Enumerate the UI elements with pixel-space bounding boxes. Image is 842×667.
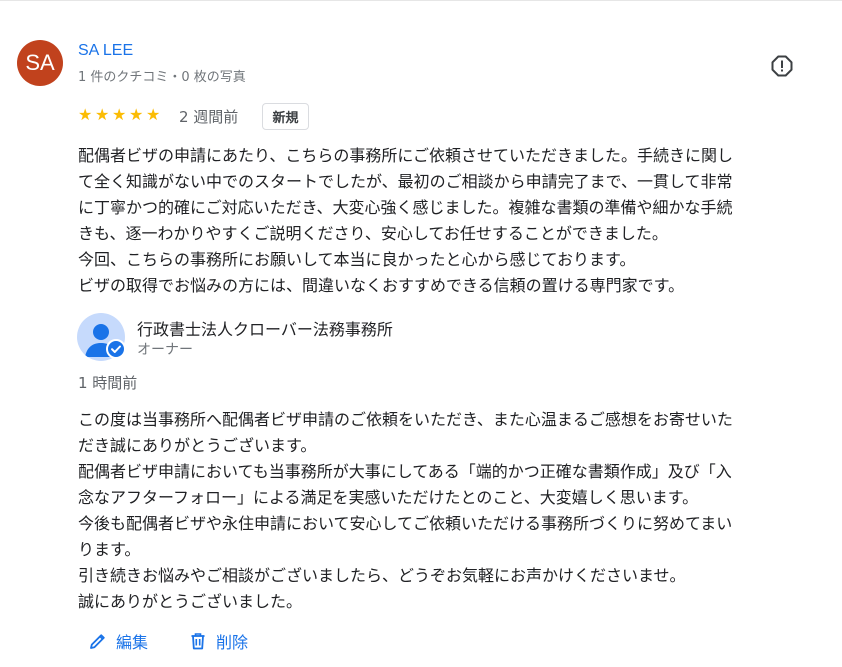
reply-line: 引き続きお悩みやご相談がございましたら、どうぞお気軽にお声かけくださいませ。 (78, 566, 686, 585)
reply-line: 今後も配偶者ビザや永住申請において安心してご依頼いただける事務所づくりに努めてま… (78, 514, 733, 533)
pencil-icon (90, 634, 105, 649)
star-rating: ★ ★ ★ ★ ★ (78, 107, 163, 123)
owner-role: オーナー (137, 342, 193, 358)
review-line: きも、逐一わかりやすくご説明くださり、安心してお任せすることができました。 (78, 224, 668, 243)
reply-line: 念なアフターフォロー」による満足を実感いただけたとのこと、大変嬉しく思います。 (78, 488, 699, 507)
review-line: ビザの取得でお悩みの方には、間違いなくおすすめできる信頼の置ける専門家です。 (78, 276, 685, 295)
verified-check-icon (106, 339, 126, 359)
star-icon: ★ (146, 105, 161, 124)
reply-line: 配偶者ビザ申請においても当事務所が大事にしてある「端的かつ正確な書類作成」及び「… (78, 462, 732, 481)
review-line: に丁寧かつ的確にご対応いただき、大変心強く感じました。複雑な書類の準備や細かな手… (78, 198, 733, 217)
star-icon: ★ (95, 105, 110, 124)
review-line: 配偶者ビザの申請にあたり、こちらの事務所にご依頼させていただきました。手続きに関… (78, 146, 734, 165)
reply-line: 誠にありがとうございました。 (78, 592, 303, 611)
reply-line: ります。 (78, 540, 141, 559)
star-icon: ★ (129, 105, 144, 124)
review-date: 2 週間前 (179, 108, 239, 126)
reply-text: この度は当事務所へ配偶者ビザ申請のご依頼をいただき、また心温まるご感想をお寄せい… (78, 407, 813, 615)
new-badge: 新規 (262, 103, 309, 130)
report-icon (771, 55, 793, 77)
owner-name: 行政書士法人クローバー法務事務所 (137, 320, 393, 339)
delete-label: 削除 (216, 633, 249, 652)
star-icon: ★ (112, 105, 127, 124)
report-button[interactable] (770, 54, 794, 78)
reply-line: この度は当事務所へ配偶者ビザ申請のご依頼をいただき、また心温まるご感想をお寄せい… (78, 410, 733, 429)
review-line: 今回、こちらの事務所にお願いして本当に良かったと心から感じております。 (78, 250, 636, 269)
delete-button[interactable]: 削除 (188, 628, 248, 654)
edit-label: 編集 (116, 633, 149, 652)
star-icon: ★ (78, 105, 93, 124)
reply-date: 1 時間前 (78, 374, 138, 392)
trash-icon (191, 633, 205, 650)
reply-line: だき誠にありがとうございます。 (78, 436, 317, 455)
review-text: 配偶者ビザの申請にあたり、こちらの事務所にご依頼させていただきました。手続きに関… (78, 143, 813, 299)
edit-button[interactable]: 編集 (88, 628, 148, 654)
reviewer-name[interactable]: SA LEE (78, 42, 133, 60)
reviewer-meta: 1 件のクチコミ・0 枚の写真 (78, 70, 246, 85)
top-divider (0, 0, 842, 1)
reviewer-avatar[interactable]: SA (17, 40, 63, 86)
review-line: て全く知識がない中でのスタートでしたが、最初のご相談から申請完了まで、一貫して非… (78, 172, 733, 191)
